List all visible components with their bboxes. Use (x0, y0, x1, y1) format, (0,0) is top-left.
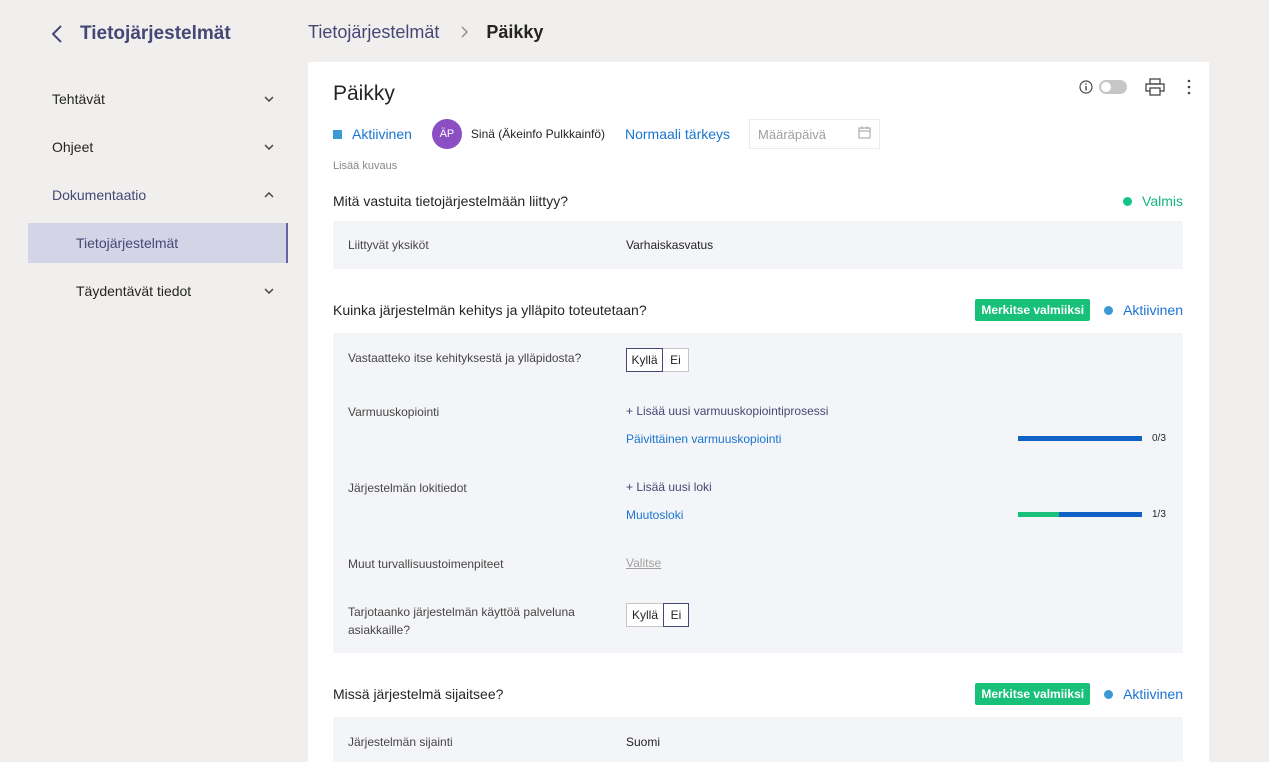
section-responsibilities-status[interactable]: Valmis (1123, 193, 1183, 209)
sidebar-item-label: Dokumentaatio (52, 187, 147, 203)
priority-selector[interactable]: Normaali tärkeys (625, 126, 730, 142)
task-meta-row: Aktiivinen ÄP Sinä (Äkeinfo Pulkkainfö) … (333, 119, 881, 149)
main-card: Päikky Aktiivinen ÄP Sinä (Äkeinfo Pulkk… (308, 62, 1209, 762)
field-label: Vastaatteko itse kehityksestä ja ylläpid… (348, 351, 582, 365)
sidebar-item-taydentavat-tiedot[interactable]: Täydentävät tiedot (28, 271, 288, 311)
field-label: Tarjotaanko järjestelmän käyttöä palvelu… (348, 605, 575, 637)
page-title: Päikky (333, 82, 395, 105)
sidebar-item-label: Ohjeet (52, 139, 94, 155)
backup-progress-bar (1018, 436, 1142, 441)
option-yes[interactable]: Kyllä (626, 603, 663, 627)
field-label: Varmuuskopiointi (348, 405, 440, 419)
sidebar-item-ohjeet[interactable]: Ohjeet (28, 127, 288, 167)
sidebar-item-label: Täydentävät tiedot (76, 283, 192, 299)
add-description-link[interactable]: Lisää kuvaus (333, 160, 397, 172)
chevron-up-icon (264, 190, 274, 200)
section-responsibilities-panel: Liittyvät yksiköt Varhaiskasvatus (333, 221, 1183, 269)
owner-name[interactable]: Sinä (Äkeinfo Pulkkainfö) (471, 127, 605, 141)
option-no[interactable]: Ei (663, 603, 689, 627)
breadcrumb: Tietojärjestelmät Päikky (308, 20, 543, 44)
section-location-panel: Järjestelmän sijainti Suomi (333, 717, 1183, 762)
log-progress-fill (1018, 512, 1060, 517)
status-label: Valmis (1142, 193, 1183, 209)
option-no[interactable]: Ei (663, 348, 689, 372)
add-log-link[interactable]: + Lisää uusi loki (626, 480, 712, 494)
section-maintenance-title: Kuinka järjestelmän kehitys ja ylläpito … (333, 302, 647, 318)
status-square-icon (333, 129, 342, 139)
field-label: Liittyvät yksiköt (348, 238, 429, 252)
chevron-down-icon (264, 142, 274, 152)
backup-progress-label: 0/3 (1152, 433, 1166, 444)
section-responsibilities-title: Mitä vastuita tietojärjestelmään liittyy… (333, 193, 568, 209)
status-dot-icon (1123, 196, 1133, 206)
section-maintenance-panel: Vastaatteko itse kehityksestä ja ylläpid… (333, 333, 1183, 653)
status-selector[interactable]: Aktiivinen (352, 126, 412, 142)
mark-complete-button[interactable]: Merkitse valmiiksi (975, 683, 1091, 705)
sidebar-title: Tietojärjestelmät (80, 23, 231, 44)
chevron-right-icon (461, 26, 469, 38)
sidebar-header: Tietojärjestelmät (48, 20, 231, 48)
sidebar-item-tehtavat[interactable]: Tehtävät (28, 79, 288, 119)
status-label[interactable]: Aktiivinen (1123, 686, 1183, 702)
field-value: Suomi (626, 735, 661, 749)
field-label: Järjestelmän lokitiedot (348, 481, 467, 495)
log-item-link[interactable]: Muutosloki (626, 508, 683, 522)
breadcrumb-parent-link[interactable]: Tietojärjestelmät (308, 22, 439, 43)
section-maintenance-status: Merkitse valmiiksi Aktiivinen (975, 299, 1183, 321)
log-progress-bar (1018, 512, 1142, 517)
section-location-title: Missä järjestelmä sijaitsee? (333, 686, 504, 702)
back-arrow-icon[interactable] (48, 23, 66, 45)
due-date-field[interactable]: Määräpäivä (749, 119, 881, 149)
field-value: Varhaiskasvatus (626, 238, 714, 252)
sidebar-item-label: Tehtävät (52, 91, 105, 107)
toggle-switch[interactable] (1099, 80, 1127, 94)
top-toolbar (1079, 78, 1191, 96)
mark-complete-button[interactable]: Merkitse valmiiksi (975, 299, 1091, 321)
section-location-status: Merkitse valmiiksi Aktiivinen (975, 683, 1183, 705)
option-yes[interactable]: Kyllä (626, 348, 663, 372)
sidebar-item-tietojarjestelmat[interactable]: Tietojärjestelmät (28, 223, 288, 263)
service-yes-no-toggle: Kyllä Ei (626, 603, 689, 627)
breadcrumb-current: Päikky (486, 21, 544, 42)
status-dot-icon (1104, 689, 1114, 699)
sidebar: Tietojärjestelmät Tehtävät Ohjeet Dokume… (0, 0, 300, 762)
calendar-icon (858, 126, 871, 142)
backup-item-link[interactable]: Päivittäinen varmuuskopiointi (626, 432, 781, 446)
field-label: Järjestelmän sijainti (348, 735, 453, 749)
print-icon[interactable] (1145, 78, 1165, 96)
avatar[interactable]: ÄP (431, 119, 462, 149)
choose-security-link[interactable]: Valitse (626, 556, 661, 570)
sidebar-item-label: Tietojärjestelmät (76, 235, 179, 251)
sidebar-item-dokumentaatio[interactable]: Dokumentaatio (28, 175, 288, 215)
more-options-icon[interactable] (1187, 79, 1191, 95)
field-label: Muut turvallisuustoimenpiteet (348, 557, 504, 571)
status-dot-icon (1104, 305, 1114, 315)
add-backup-link[interactable]: + Lisää uusi varmuuskopiointiprosessi (626, 404, 828, 418)
maintain-yes-no-toggle: Kyllä Ei (626, 348, 689, 372)
status-label[interactable]: Aktiivinen (1123, 302, 1183, 318)
due-date-placeholder: Määräpäivä (758, 126, 826, 142)
info-icon[interactable] (1079, 80, 1093, 94)
log-progress-label: 1/3 (1152, 509, 1166, 520)
chevron-down-icon (264, 286, 274, 296)
chevron-down-icon (264, 94, 274, 104)
